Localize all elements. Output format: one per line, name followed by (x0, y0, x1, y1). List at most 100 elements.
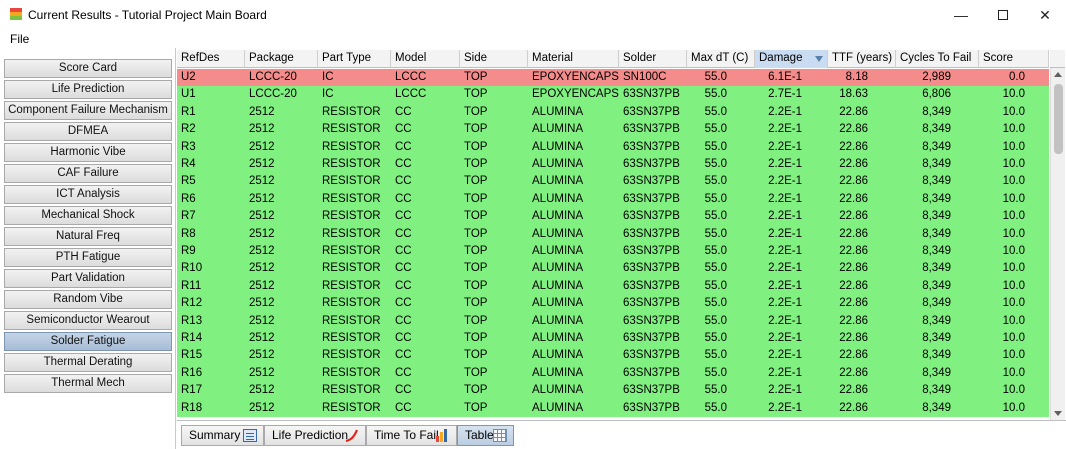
cell-max-dt-c: 55.0 (704, 245, 727, 257)
column-header-side[interactable]: Side (460, 50, 528, 68)
cell-ttf-years: 22.86 (839, 105, 868, 118)
cell-refdes: R17 (181, 384, 203, 397)
table-row[interactable]: R9 2512 RESISTOR CC TOP ALUMINA 63SN37PB 55.0 2.… (177, 243, 1049, 261)
cell-score: 10.0 (1002, 366, 1025, 379)
cell-part-type: RESISTOR (322, 245, 381, 257)
sidebar-item-thermal-derating[interactable]: Thermal Derating (4, 353, 172, 372)
sidebar-item-semiconductor-wearout[interactable]: Semiconductor Wearout (4, 311, 172, 330)
cell-damage: 2.7E-1 (768, 88, 802, 101)
table-row[interactable]: R6 2512 RESISTOR CC TOP ALUMINA 63SN37PB 55.0 2.… (177, 190, 1049, 209)
column-header-damage[interactable]: Damage (755, 50, 828, 68)
cell-side: TOP (464, 158, 488, 170)
table-row[interactable]: R14 2512 RESISTOR CC TOP ALUMINA 63SN37PB 55.0 2… (177, 330, 1049, 348)
cell-ttf-years: 22.86 (839, 175, 868, 188)
cell-solder: 63SN37PB (623, 245, 680, 257)
sidebar-item-caf-failure[interactable]: CAF Failure (4, 164, 172, 183)
column-header-model[interactable]: Model (391, 50, 460, 68)
cell-ttf-years: 22.86 (839, 401, 868, 414)
column-header-score[interactable]: Score (979, 50, 1049, 68)
vertical-scrollbar[interactable] (1050, 68, 1065, 420)
column-header-label: TTF (years) (832, 52, 893, 64)
sidebar-item-score-card[interactable]: Score Card (4, 59, 172, 78)
sidebar-item-solder-fatigue[interactable]: Solder Fatigue (4, 332, 172, 351)
table-row[interactable]: R12 2512 RESISTOR CC TOP ALUMINA 63SN37PB 55.0 2… (177, 295, 1049, 313)
cell-part-type: RESISTOR (322, 314, 381, 327)
table-row[interactable]: R8 2512 RESISTOR CC TOP ALUMINA 63SN37PB 55.0 2.… (177, 225, 1049, 243)
cell-refdes: R14 (181, 332, 203, 344)
table-row[interactable]: U1 LCCC-20 IC LCCC TOP EPOXYENCAPS... 63SN37PB… (177, 86, 1049, 104)
cell-solder: 63SN37PB (623, 192, 680, 205)
column-header-solder[interactable]: Solder (619, 50, 687, 68)
cell-refdes: R9 (181, 245, 196, 257)
cell-ttf-years: 22.86 (839, 140, 868, 153)
sidebar-item-dfmea[interactable]: DFMEA (4, 122, 172, 141)
table-row[interactable]: R11 2512 RESISTOR CC TOP ALUMINA 63SN37PB 55.0 2… (177, 277, 1049, 296)
cell-part-type: RESISTOR (322, 227, 381, 240)
table-row[interactable]: R5 2512 RESISTOR CC TOP ALUMINA 63SN37PB 55.0 2.… (177, 173, 1049, 191)
header-scroll-corner (1050, 50, 1065, 68)
cell-part-type: RESISTOR (322, 123, 381, 136)
table-icon (493, 429, 507, 442)
column-header-refdes[interactable]: RefDes (177, 50, 245, 68)
table-row[interactable]: R4 2512 RESISTOR CC TOP ALUMINA 63SN37PB 55.0 2.… (177, 156, 1049, 174)
table-row[interactable]: R17 2512 RESISTOR CC TOP ALUMINA 63SN37PB 55.0 2… (177, 382, 1049, 400)
column-header-max-dt-c[interactable]: Max dT (C) (687, 50, 755, 68)
table-row[interactable]: R2 2512 RESISTOR CC TOP ALUMINA 63SN37PB 55.0 2.… (177, 121, 1049, 139)
table-header: RefDes Package Part Type Model Side Material S… (177, 50, 1049, 68)
column-header-material[interactable]: Material (528, 50, 619, 68)
table-row[interactable]: R13 2512 RESISTOR CC TOP ALUMINA 63SN37PB 55.0 2… (177, 312, 1049, 330)
cell-max-dt-c: 55.0 (704, 227, 727, 240)
cell-max-dt-c: 55.0 (704, 140, 727, 153)
cell-solder: 63SN37PB (623, 105, 680, 118)
cell-cycles-to-fail: 8,349 (922, 245, 951, 257)
cell-ttf-years: 22.86 (839, 262, 868, 275)
cell-model: CC (395, 366, 412, 379)
table-row[interactable]: R15 2512 RESISTOR CC TOP ALUMINA 63SN37PB 55.0 2… (177, 347, 1049, 365)
sidebar-item-thermal-mech[interactable]: Thermal Mech (4, 374, 172, 393)
tab-life-prediction[interactable]: Life Prediction (264, 425, 366, 446)
cell-material: ALUMINA (532, 175, 584, 188)
table-row[interactable]: R1 2512 RESISTOR CC TOP ALUMINA 63SN37PB 55.0 2.… (177, 103, 1049, 122)
cell-package: 2512 (249, 227, 275, 240)
column-header-ttf-years[interactable]: TTF (years) (828, 50, 896, 68)
sidebar-item-mechanical-shock[interactable]: Mechanical Shock (4, 206, 172, 225)
sidebar-item-natural-freq[interactable]: Natural Freq (4, 227, 172, 246)
tab-summary[interactable]: Summary (181, 425, 264, 446)
column-header-package[interactable]: Package (245, 50, 318, 68)
column-header-part-type[interactable]: Part Type (318, 50, 391, 68)
sidebar-item-part-validation[interactable]: Part Validation (4, 269, 172, 288)
close-button[interactable]: ✕ (1022, 0, 1066, 30)
cell-package: 2512 (249, 192, 275, 205)
scroll-thumb[interactable] (1054, 84, 1063, 154)
table-row[interactable]: R10 2512 RESISTOR CC TOP ALUMINA 63SN37PB 55.0 2… (177, 260, 1049, 278)
cell-damage: 2.2E-1 (768, 349, 802, 362)
menu-file[interactable]: File (10, 32, 29, 46)
tab-table[interactable]: Table (457, 425, 514, 446)
table-row[interactable]: R7 2512 RESISTOR CC TOP ALUMINA 63SN37PB 55.0 2.… (177, 208, 1049, 226)
table-row[interactable]: R18 2512 RESISTOR CC TOP ALUMINA 63SN37PB 55.0 2… (177, 399, 1049, 417)
table-row[interactable]: R16 2512 RESISTOR CC TOP ALUMINA 63SN37PB 55.0 2… (177, 364, 1049, 383)
table-row[interactable]: U2 LCCC-20 IC LCCC TOP EPOXYENCAPS... SN100C 55… (177, 69, 1049, 87)
cell-solder: 63SN37PB (623, 140, 680, 153)
cell-material: ALUMINA (532, 192, 584, 205)
sidebar-item-random-vibe[interactable]: Random Vibe (4, 290, 172, 309)
sidebar-item-component-failure-mechanism[interactable]: Component Failure Mechanism (4, 101, 172, 120)
table-row[interactable]: R3 2512 RESISTOR CC TOP ALUMINA 63SN37PB 55.0 2.… (177, 138, 1049, 156)
tab-time-to-fail[interactable]: Time To Fail (366, 425, 457, 446)
scroll-up-icon[interactable] (1054, 72, 1062, 77)
cell-package: 2512 (249, 262, 275, 275)
sidebar-item-ict-analysis[interactable]: ICT Analysis (4, 185, 172, 204)
column-header-cycles-to-fail[interactable]: Cycles To Fail (896, 50, 979, 68)
sidebar-item-pth-fatigue[interactable]: PTH Fatigue (4, 248, 172, 267)
cell-refdes: R4 (181, 158, 196, 170)
cell-ttf-years: 22.86 (839, 314, 868, 327)
minimize-button[interactable]: — (938, 0, 984, 30)
sidebar-item-harmonic-vibe[interactable]: Harmonic Vibe (4, 143, 172, 162)
cell-score: 10.0 (1002, 158, 1025, 170)
sidebar-item-life-prediction[interactable]: Life Prediction (4, 80, 172, 99)
cell-side: TOP (464, 314, 488, 327)
cell-side: TOP (464, 88, 488, 101)
maximize-button[interactable] (980, 0, 1026, 30)
scroll-down-icon[interactable] (1054, 411, 1062, 416)
cell-max-dt-c: 55.0 (704, 210, 727, 223)
